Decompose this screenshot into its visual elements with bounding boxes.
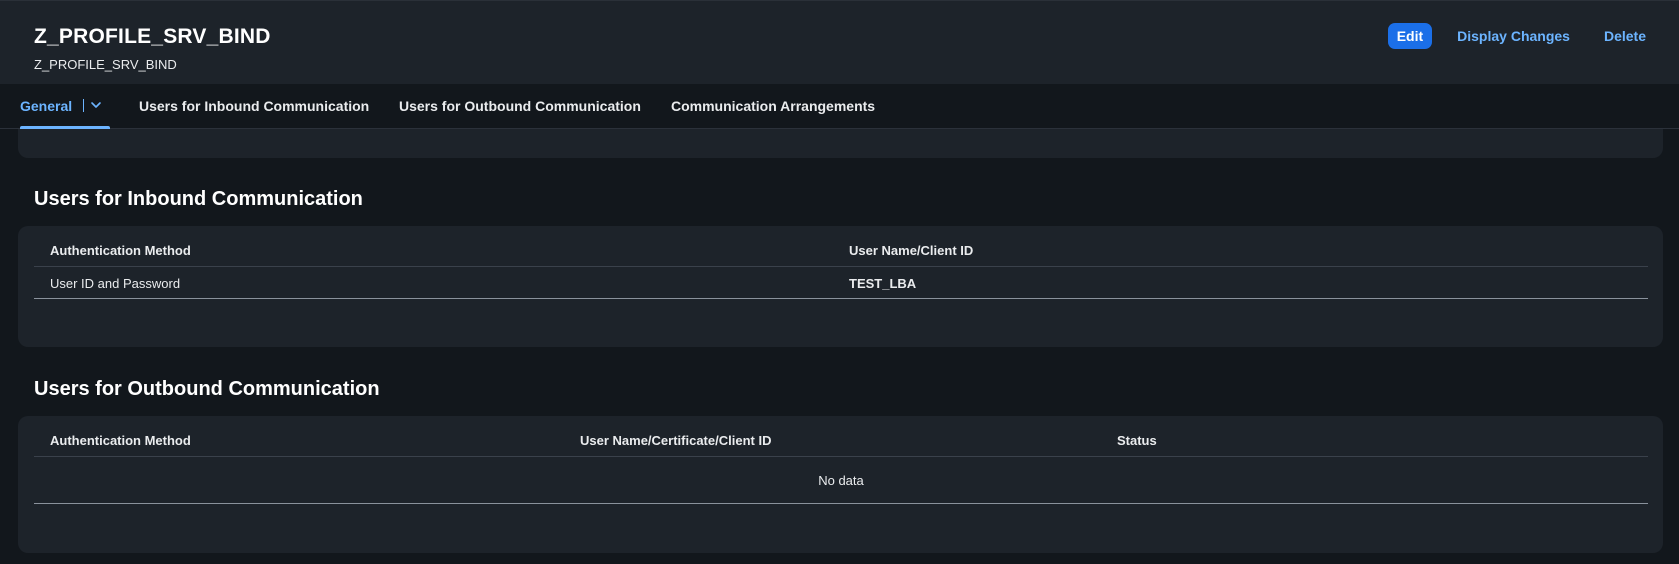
table-header-divider [34, 266, 1648, 267]
edit-button[interactable]: Edit [1387, 23, 1433, 49]
object-page-header: Z_PROFILE_SRV_BIND Z_PROFILE_SRV_BIND Ed… [0, 0, 1679, 84]
no-data-text: No data [818, 473, 864, 488]
inbound-section-title: Users for Inbound Communication [34, 188, 363, 210]
column-header-status: Status [1117, 433, 1157, 448]
outbound-section-title: Users for Outbound Communication [34, 378, 380, 400]
inbound-table-card: Authentication Method User Name/Client I… [18, 226, 1663, 347]
tab-separator [83, 99, 84, 112]
tab-communication-arrangements[interactable]: Communication Arrangements [671, 84, 875, 128]
table-row-divider [34, 298, 1648, 299]
column-header-user-name: User Name/Client ID [849, 243, 974, 258]
page-title: Z_PROFILE_SRV_BIND [34, 25, 271, 48]
page-subtitle: Z_PROFILE_SRV_BIND [34, 57, 177, 72]
column-header-user-name-certificate: User Name/Certificate/Client ID [580, 433, 772, 448]
table-bottom-divider [34, 503, 1648, 504]
chevron-down-icon[interactable] [89, 98, 103, 112]
column-header-authentication-method: Authentication Method [50, 433, 191, 448]
tab-inbound-users[interactable]: Users for Inbound Communication [139, 84, 369, 128]
cell-authentication-method: User ID and Password [50, 276, 181, 291]
tab-general[interactable]: General [20, 84, 72, 128]
anchor-bar: General Users for Inbound Communication … [0, 84, 1679, 129]
general-section-card [18, 129, 1663, 158]
table-header-divider [34, 456, 1648, 457]
outbound-table-card: Authentication Method User Name/Certific… [18, 416, 1663, 553]
display-changes-button[interactable]: Display Changes [1448, 23, 1579, 49]
cell-user-name: TEST_LBA [849, 276, 917, 291]
delete-button[interactable]: Delete [1595, 23, 1655, 49]
column-header-authentication-method: Authentication Method [50, 243, 191, 258]
header-actions: Edit Display Changes Delete [1387, 23, 1655, 49]
tab-outbound-users[interactable]: Users for Outbound Communication [399, 84, 641, 128]
